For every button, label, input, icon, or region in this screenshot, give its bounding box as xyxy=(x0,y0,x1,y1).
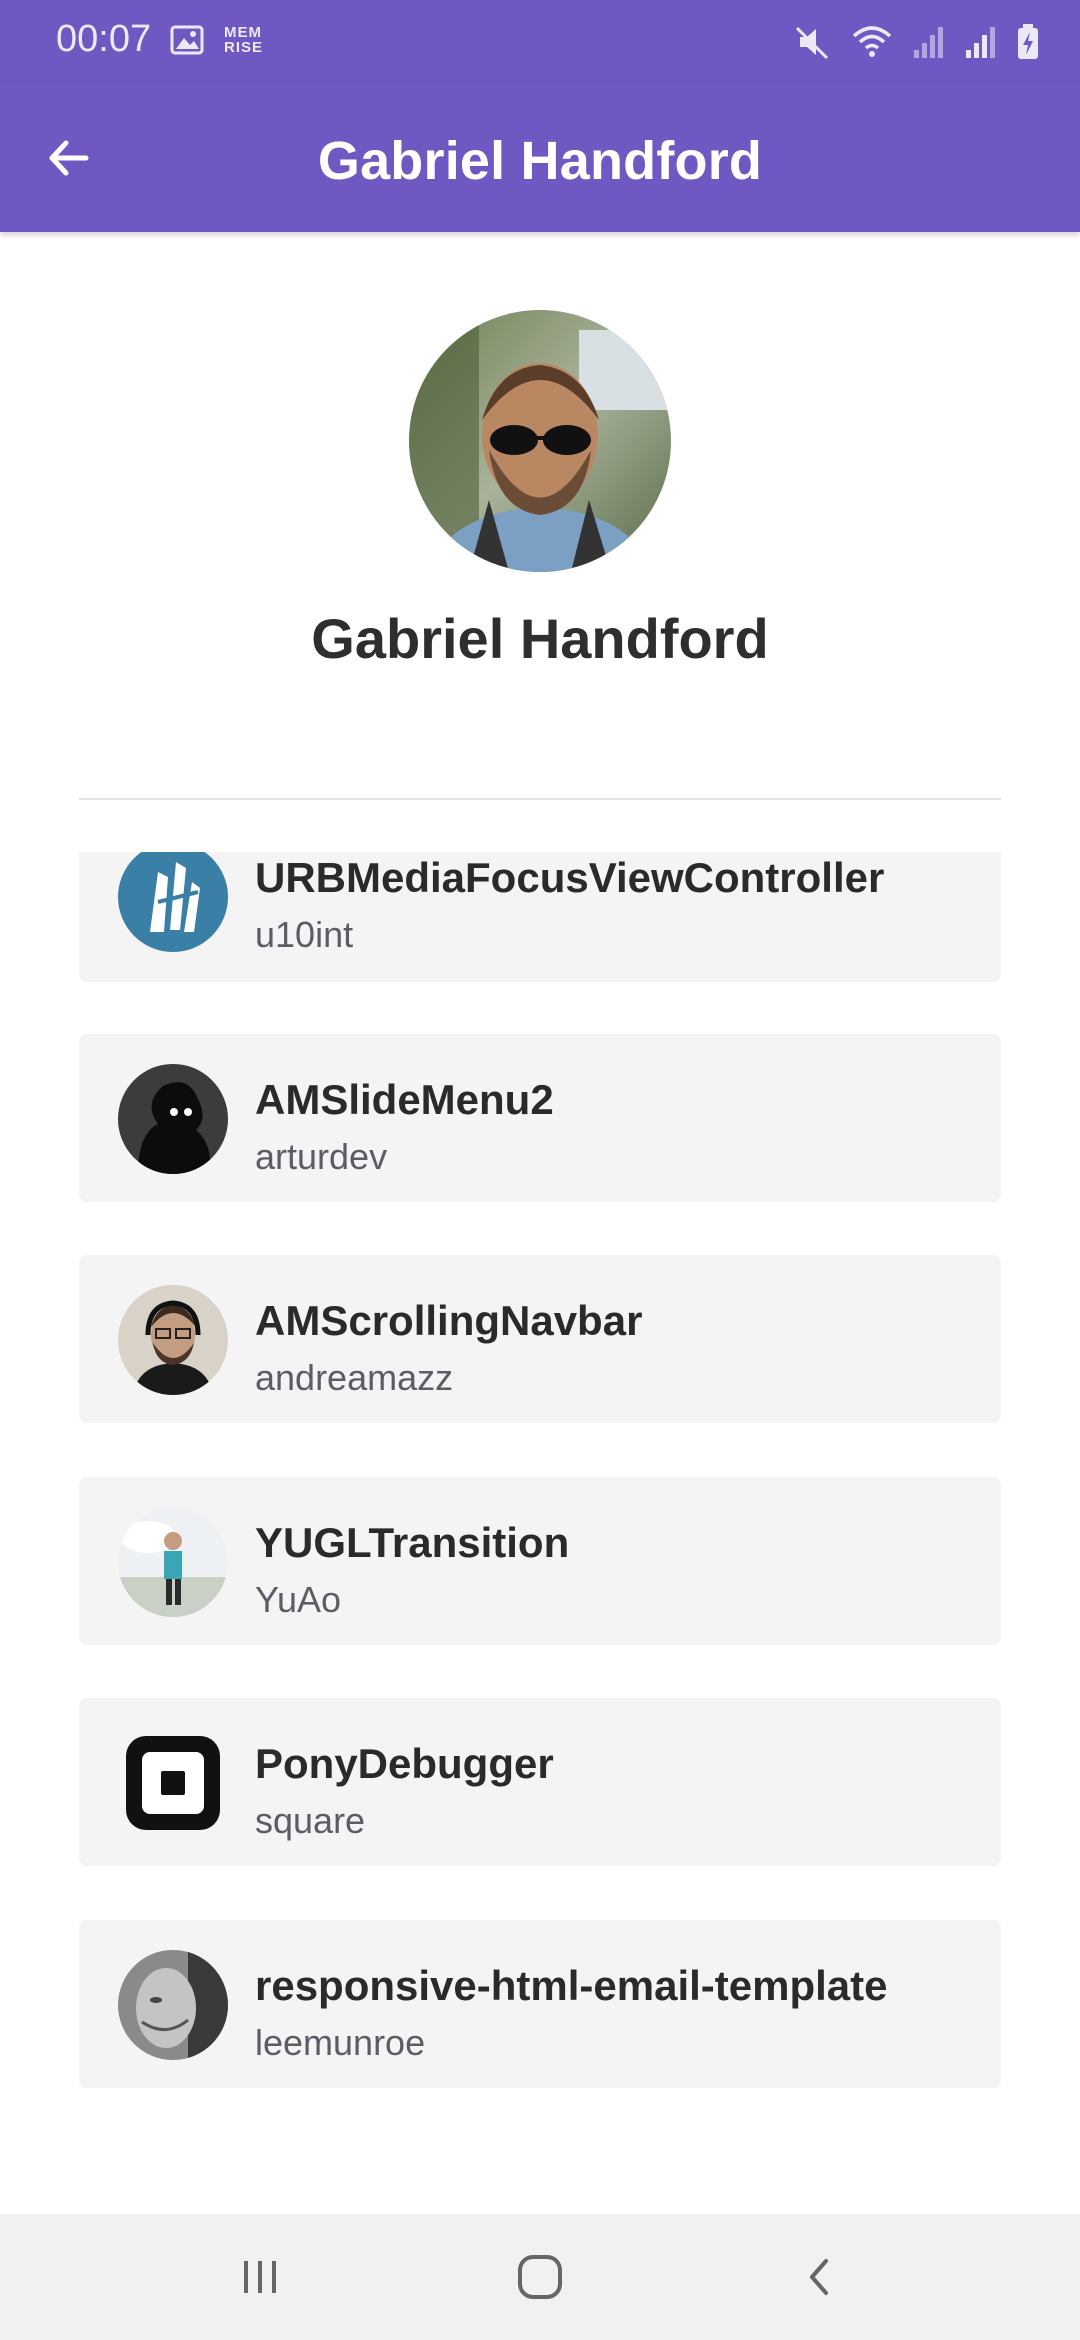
repo-owner: u10int xyxy=(255,914,354,955)
repo-name: URBMediaFocusViewController xyxy=(255,854,885,901)
status-time: 00:07 xyxy=(56,18,152,60)
repo-owner: square xyxy=(255,1800,366,1841)
list-item[interactable]: YUGLTransition YuAo xyxy=(79,1477,1001,1645)
signal-icon xyxy=(914,27,943,58)
repo-name: PonyDebugger xyxy=(255,1740,554,1787)
list-item[interactable]: AMSlideMenu2 arturdev xyxy=(79,1034,1001,1202)
avatar xyxy=(118,1728,228,1838)
battery-charging-icon xyxy=(1018,24,1038,59)
avatar xyxy=(118,852,228,952)
profile-avatar xyxy=(409,310,671,572)
repo-name: AMScrollingNavbar xyxy=(255,1297,643,1344)
avatar xyxy=(118,1950,228,2060)
repo-name: YUGLTransition xyxy=(255,1519,570,1566)
list-item[interactable]: responsive-html-email-template leemunroe xyxy=(79,1920,1001,2088)
avatar xyxy=(118,1507,228,1617)
repo-list[interactable]: URBMediaFocusViewController u10int AMSli… xyxy=(79,852,1001,2212)
home-button[interactable] xyxy=(500,2242,580,2312)
back-icon xyxy=(810,2259,828,2295)
list-item[interactable]: PonyDebugger square xyxy=(79,1698,1001,1866)
list-item[interactable]: URBMediaFocusViewController u10int xyxy=(79,852,1001,982)
page-title: Gabriel Handford xyxy=(317,131,763,191)
memrise-icon: MEM RISE xyxy=(224,24,264,56)
recents-button[interactable] xyxy=(220,2242,300,2312)
system-nav-bar xyxy=(0,2214,1080,2340)
status-bar: 00:07 MEM RISE xyxy=(0,0,1080,84)
avatar xyxy=(118,1064,228,1174)
repo-name: responsive-html-email-template xyxy=(255,1962,888,2009)
signal-icon xyxy=(966,27,995,58)
divider xyxy=(79,798,1001,800)
repo-owner: YuAo xyxy=(255,1579,342,1620)
repo-owner: leemunroe xyxy=(255,2022,426,2063)
home-icon xyxy=(518,2255,562,2299)
list-item[interactable]: AMScrollingNavbar andreamazz xyxy=(79,1255,1001,1423)
repo-owner: arturdev xyxy=(255,1136,388,1177)
wifi-icon xyxy=(852,26,892,57)
avatar xyxy=(118,1285,228,1395)
repo-name: AMSlideMenu2 xyxy=(255,1076,554,1123)
repo-owner: andreamazz xyxy=(255,1357,454,1398)
app-bar: Gabriel Handford xyxy=(0,84,1080,232)
profile-name: Gabriel Handford xyxy=(311,607,769,670)
square-logo-icon xyxy=(118,1728,228,1838)
gallery-icon xyxy=(170,25,204,55)
nav-back-button[interactable] xyxy=(780,2242,860,2312)
mute-icon xyxy=(795,26,829,60)
recents-icon xyxy=(244,2261,276,2293)
